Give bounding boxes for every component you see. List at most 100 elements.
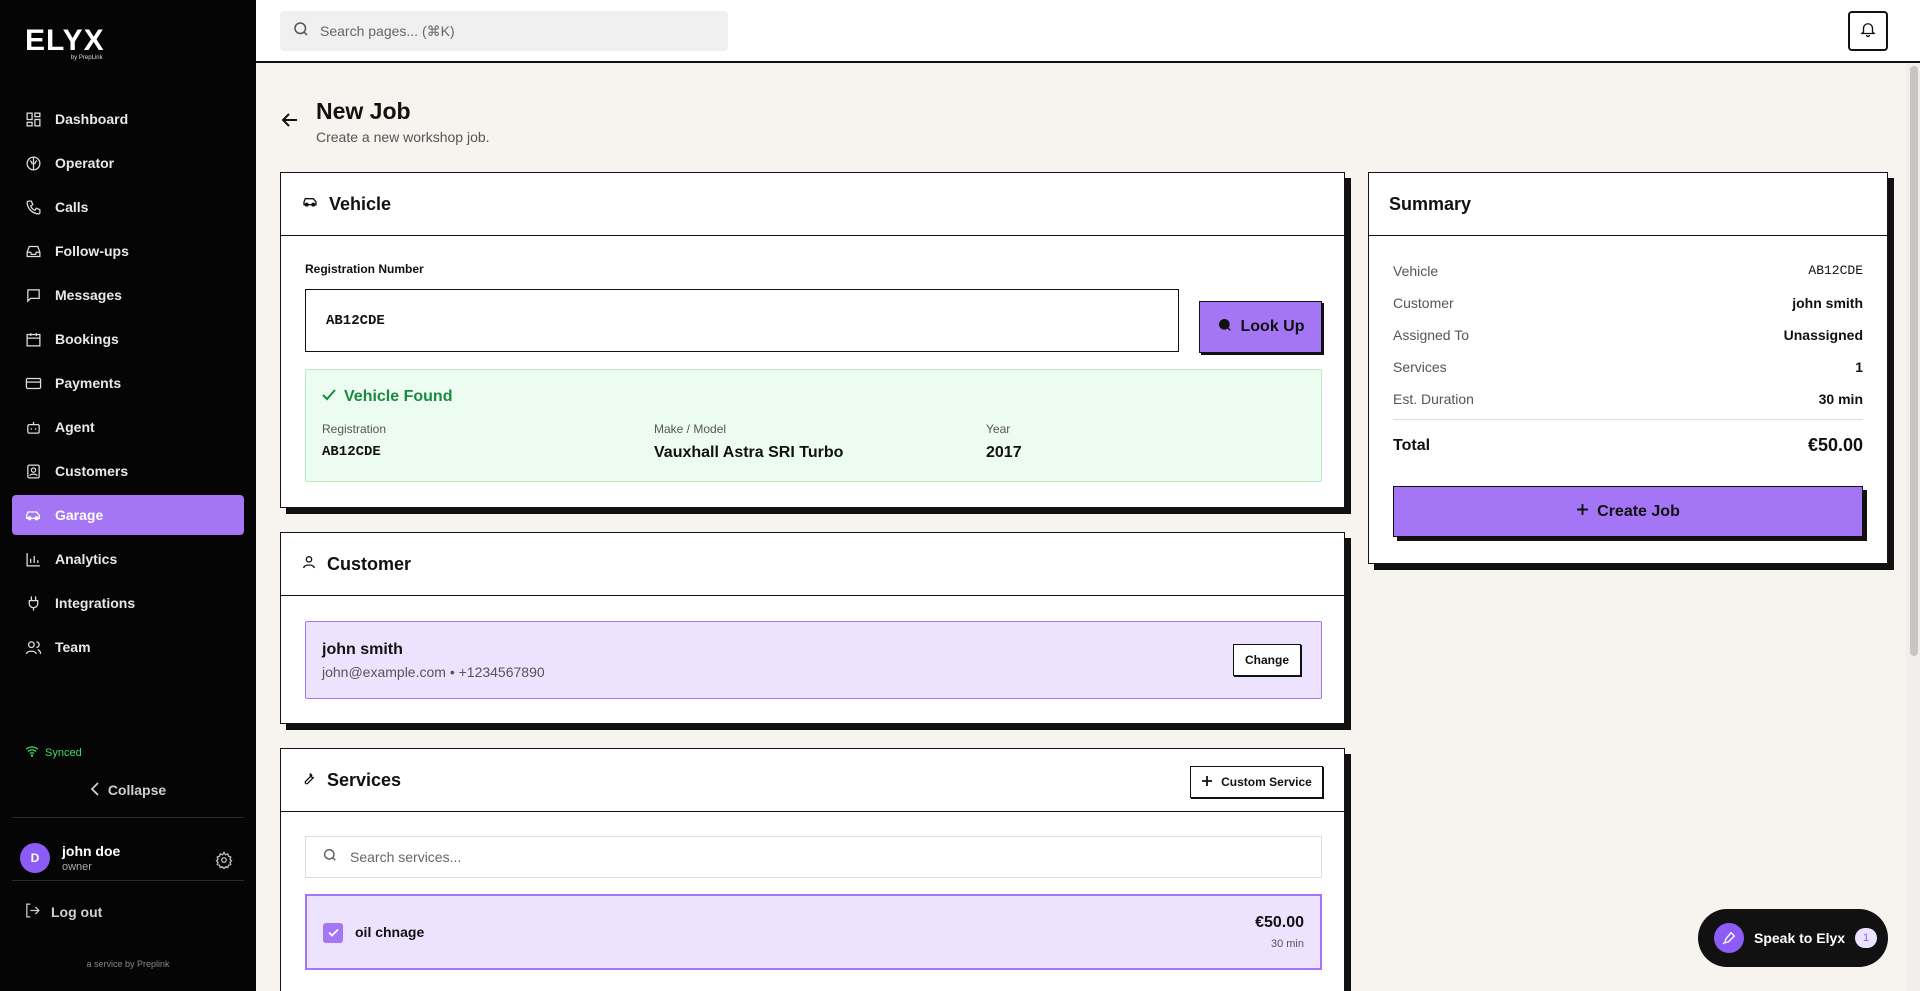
- sidebar-divider: [12, 817, 244, 818]
- sidebar-item-label: Follow-ups: [55, 243, 129, 259]
- registration-value: AB12CDE: [326, 312, 385, 329]
- sidebar-item-integrations[interactable]: Integrations: [12, 583, 244, 623]
- sidebar-item-label: Operator: [55, 155, 115, 171]
- sidebar-item-dashboard[interactable]: Dashboard: [12, 99, 244, 139]
- logout-icon: [24, 902, 41, 922]
- sidebar-item-operator[interactable]: Operator: [12, 143, 244, 183]
- vehicle-card-header: Vehicle: [281, 173, 1344, 236]
- sidebar-item-label: Messages: [55, 287, 122, 303]
- sidebar-item-label: Integrations: [55, 595, 136, 611]
- sidebar-item-label: Garage: [55, 507, 104, 523]
- create-job-button[interactable]: Create Job: [1393, 486, 1863, 537]
- create-job-label: Create Job: [1597, 502, 1680, 520]
- speak-label: Speak to Elyx: [1754, 930, 1846, 946]
- sidebar-item-payments[interactable]: Payments: [12, 363, 244, 403]
- bell-icon: [1859, 20, 1877, 43]
- service-search[interactable]: [305, 836, 1322, 878]
- make-model-field: Make / Model Vauxhall Astra SRI Turbo: [654, 422, 843, 462]
- brand-name: ELYX: [25, 24, 105, 57]
- topbar: [256, 0, 1920, 63]
- check-icon: [322, 388, 336, 406]
- summary-key: Services: [1393, 359, 1447, 375]
- car-icon: [301, 194, 319, 215]
- summary-total: Total €50.00: [1393, 435, 1863, 456]
- user-icon: [301, 554, 317, 575]
- sidebar-item-label: Payments: [55, 375, 122, 391]
- custom-service-button[interactable]: Custom Service: [1190, 766, 1323, 798]
- sidebar-item-team[interactable]: Team: [12, 627, 244, 667]
- user-profile[interactable]: D john doe owner: [20, 843, 120, 873]
- plus-icon: [1576, 503, 1589, 521]
- credit-card-icon: [24, 374, 42, 392]
- selected-customer: john smith john@example.com • +123456789…: [305, 621, 1322, 699]
- sidebar-item-messages[interactable]: Messages: [12, 275, 244, 315]
- gear-icon: [215, 851, 233, 873]
- settings-button[interactable]: [215, 851, 233, 874]
- customer-contact: john@example.com • +1234567890: [322, 664, 545, 680]
- service-name: oil chnage: [355, 924, 425, 940]
- logout-button[interactable]: Log out: [24, 902, 102, 922]
- page-scrollbar[interactable]: [1906, 64, 1920, 991]
- summary-key: Vehicle: [1393, 263, 1439, 279]
- sidebar-item-follow-ups[interactable]: Follow-ups: [12, 231, 244, 271]
- dashboard-icon: [24, 110, 42, 128]
- service-item[interactable]: oil chnage €50.00 30 min: [305, 894, 1322, 970]
- sidebar-item-analytics[interactable]: Analytics: [12, 539, 244, 579]
- customer-card: Customer john smith john@example.com • +…: [280, 532, 1345, 724]
- search-input[interactable]: [320, 23, 700, 39]
- summary-value: john smith: [1792, 295, 1863, 311]
- brand-logo[interactable]: ELYX by PrepLink: [25, 24, 105, 62]
- wrench-icon: [301, 770, 317, 791]
- sidebar-item-bookings[interactable]: Bookings: [12, 319, 244, 359]
- sidebar-item-label: Agent: [55, 419, 95, 435]
- sidebar-item-agent[interactable]: Agent: [12, 407, 244, 447]
- services-card-header: Services: [281, 749, 1344, 812]
- service-search-input[interactable]: [350, 849, 1250, 865]
- page-subtitle: Create a new workshop job.: [316, 129, 490, 145]
- customer-name: john smith: [322, 641, 403, 658]
- vehicle-card: Vehicle Registration Number AB12CDE Look…: [280, 172, 1345, 508]
- change-customer-button[interactable]: Change: [1233, 644, 1301, 676]
- summary-heading: Summary: [1389, 193, 1472, 214]
- make-model-value: Vauxhall Astra SRI Turbo: [654, 444, 844, 461]
- vehicle-heading: Vehicle: [329, 193, 392, 214]
- arrow-left-icon: [281, 113, 298, 131]
- chevron-left-icon: [90, 781, 100, 799]
- brand-tagline: by PrepLink: [70, 55, 103, 61]
- sync-status-label: Synced: [45, 746, 82, 759]
- brain-icon: [24, 154, 42, 172]
- lookup-button[interactable]: Look Up: [1199, 301, 1322, 353]
- summary-key: Customer: [1393, 295, 1454, 311]
- lookup-label: Look Up: [1240, 318, 1305, 335]
- back-button[interactable]: [281, 113, 298, 132]
- summary-row-customer: Customer john smith: [1393, 295, 1863, 311]
- search-icon: [292, 20, 310, 43]
- services-heading: Services: [327, 769, 402, 790]
- avatar: D: [20, 843, 50, 873]
- registration-read-value: AB12CDE: [322, 444, 381, 460]
- page-search[interactable]: [280, 11, 728, 51]
- sidebar-item-label: Team: [55, 639, 91, 655]
- summary-value: 1: [1855, 359, 1863, 375]
- summary-key: Est. Duration: [1393, 391, 1474, 407]
- collapse-button[interactable]: Collapse: [0, 780, 256, 800]
- sidebar-item-calls[interactable]: Calls: [12, 187, 244, 227]
- sidebar-item-garage[interactable]: Garage: [12, 495, 244, 535]
- speak-to-elyx-button[interactable]: Speak to Elyx 1: [1698, 909, 1888, 967]
- registration-input[interactable]: AB12CDE: [305, 289, 1179, 352]
- scrollbar-thumb[interactable]: [1910, 66, 1918, 656]
- user-role: owner: [62, 861, 92, 873]
- sidebar-item-customers[interactable]: Customers: [12, 451, 244, 491]
- service-checkbox[interactable]: [323, 923, 343, 943]
- summary-row-services: Services 1: [1393, 359, 1863, 375]
- sidebar-item-label: Customers: [55, 463, 129, 479]
- summary-value: Unassigned: [1783, 327, 1863, 343]
- notifications-button[interactable]: [1848, 11, 1888, 51]
- summary-row-duration: Est. Duration 30 min: [1393, 391, 1863, 407]
- vehicle-found-panel: Vehicle Found Registration AB12CDE Make …: [305, 369, 1322, 482]
- summary-card: Summary Vehicle AB12CDE Customer john sm…: [1368, 172, 1888, 564]
- sidebar-divider: [12, 880, 244, 881]
- page-title: New Job: [316, 98, 411, 124]
- sync-status: Synced: [25, 745, 82, 760]
- vehicle-found-title: Vehicle Found: [322, 388, 452, 406]
